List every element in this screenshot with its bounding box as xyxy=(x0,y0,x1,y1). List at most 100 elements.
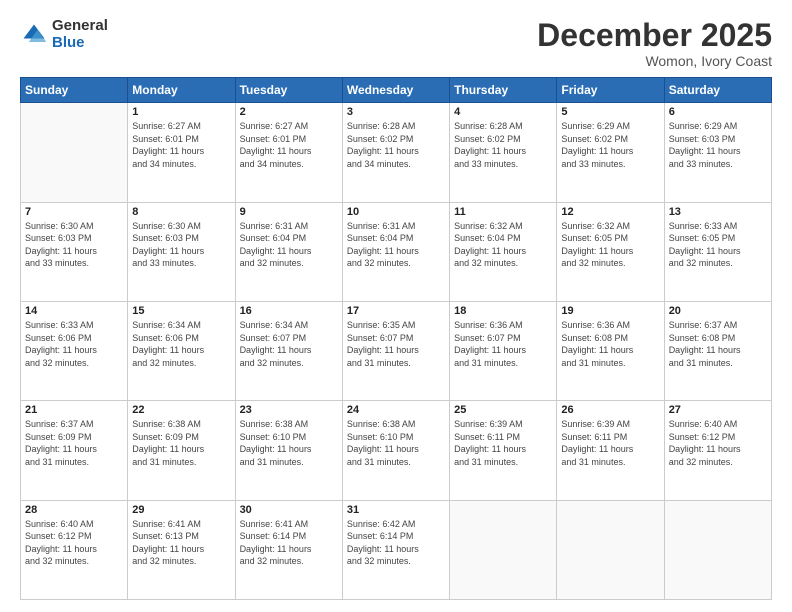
day-number: 9 xyxy=(240,206,338,218)
day-info: Sunrise: 6:38 AM Sunset: 6:09 PM Dayligh… xyxy=(132,418,230,468)
day-info: Sunrise: 6:41 AM Sunset: 6:14 PM Dayligh… xyxy=(240,518,338,568)
day-info: Sunrise: 6:34 AM Sunset: 6:06 PM Dayligh… xyxy=(132,319,230,369)
calendar-cell: 20Sunrise: 6:37 AM Sunset: 6:08 PM Dayli… xyxy=(664,301,771,400)
page: General Blue December 2025 Womon, Ivory … xyxy=(0,0,792,612)
day-number: 23 xyxy=(240,404,338,416)
calendar-cell: 29Sunrise: 6:41 AM Sunset: 6:13 PM Dayli… xyxy=(128,500,235,599)
day-info: Sunrise: 6:28 AM Sunset: 6:02 PM Dayligh… xyxy=(454,120,552,170)
calendar-cell: 9 Sunrise: 6:31 AM Sunset: 6:04 PM Daylig… xyxy=(235,202,342,301)
calendar-cell: 13Sunrise: 6:33 AM Sunset: 6:05 PM Dayli… xyxy=(664,202,771,301)
calendar-header-tuesday: Tuesday xyxy=(235,78,342,103)
logo-general: General xyxy=(52,18,108,35)
day-info: Sunrise: 6:40 AM Sunset: 6:12 PM Dayligh… xyxy=(25,518,123,568)
day-number: 5 xyxy=(561,106,659,118)
day-info: Sunrise: 6:36 AM Sunset: 6:08 PM Dayligh… xyxy=(561,319,659,369)
day-info: Sunrise: 6:34 AM Sunset: 6:07 PM Dayligh… xyxy=(240,319,338,369)
calendar-cell: 6 Sunrise: 6:29 AM Sunset: 6:03 PM Daylig… xyxy=(664,103,771,202)
calendar-header-saturday: Saturday xyxy=(664,78,771,103)
day-info: Sunrise: 6:27 AM Sunset: 6:01 PM Dayligh… xyxy=(132,120,230,170)
logo: General Blue xyxy=(20,18,108,51)
calendar-header-sunday: Sunday xyxy=(21,78,128,103)
calendar-cell xyxy=(557,500,664,599)
calendar-week-4: 21Sunrise: 6:37 AM Sunset: 6:09 PM Dayli… xyxy=(21,401,772,500)
day-info: Sunrise: 6:36 AM Sunset: 6:07 PM Dayligh… xyxy=(454,319,552,369)
day-number: 8 xyxy=(132,206,230,218)
day-number: 27 xyxy=(669,404,767,416)
day-number: 1 xyxy=(132,106,230,118)
day-number: 20 xyxy=(669,305,767,317)
day-info: Sunrise: 6:28 AM Sunset: 6:02 PM Dayligh… xyxy=(347,120,445,170)
day-number: 31 xyxy=(347,504,445,516)
calendar-cell: 19 Sunrise: 6:36 AM Sunset: 6:08 PM Dayli… xyxy=(557,301,664,400)
day-number: 17 xyxy=(347,305,445,317)
calendar-cell: 15 Sunrise: 6:34 AM Sunset: 6:06 PM Dayli… xyxy=(128,301,235,400)
day-number: 29 xyxy=(132,504,230,516)
day-info: Sunrise: 6:32 AM Sunset: 6:05 PM Dayligh… xyxy=(561,220,659,270)
calendar-cell: 27 Sunrise: 6:40 AM Sunset: 6:12 PM Dayli… xyxy=(664,401,771,500)
day-info: Sunrise: 6:38 AM Sunset: 6:10 PM Dayligh… xyxy=(347,418,445,468)
day-number: 30 xyxy=(240,504,338,516)
calendar-cell: 17 Sunrise: 6:35 AM Sunset: 6:07 PM Dayli… xyxy=(342,301,449,400)
day-number: 3 xyxy=(347,106,445,118)
calendar-cell: 25 Sunrise: 6:39 AM Sunset: 6:11 PM Dayli… xyxy=(450,401,557,500)
calendar-cell: 22 Sunrise: 6:38 AM Sunset: 6:09 PM Dayli… xyxy=(128,401,235,500)
day-number: 7 xyxy=(25,206,123,218)
calendar-cell: 28 Sunrise: 6:40 AM Sunset: 6:12 PM Dayli… xyxy=(21,500,128,599)
calendar-cell: 31 Sunrise: 6:42 AM Sunset: 6:14 PM Dayli… xyxy=(342,500,449,599)
calendar-cell: 2 Sunrise: 6:27 AM Sunset: 6:01 PM Daylig… xyxy=(235,103,342,202)
day-number: 28 xyxy=(25,504,123,516)
day-number: 22 xyxy=(132,404,230,416)
day-number: 26 xyxy=(561,404,659,416)
calendar-cell xyxy=(664,500,771,599)
calendar-week-2: 7 Sunrise: 6:30 AM Sunset: 6:03 PM Daylig… xyxy=(21,202,772,301)
calendar-cell: 1 Sunrise: 6:27 AM Sunset: 6:01 PM Daylig… xyxy=(128,103,235,202)
main-title: December 2025 xyxy=(537,18,772,53)
calendar-week-1: 1 Sunrise: 6:27 AM Sunset: 6:01 PM Daylig… xyxy=(21,103,772,202)
day-info: Sunrise: 6:31 AM Sunset: 6:04 PM Dayligh… xyxy=(240,220,338,270)
calendar-cell: 10 Sunrise: 6:31 AM Sunset: 6:04 PM Dayli… xyxy=(342,202,449,301)
day-info: Sunrise: 6:35 AM Sunset: 6:07 PM Dayligh… xyxy=(347,319,445,369)
calendar-cell: 23 Sunrise: 6:38 AM Sunset: 6:10 PM Dayli… xyxy=(235,401,342,500)
calendar-header-row: SundayMondayTuesdayWednesdayThursdayFrid… xyxy=(21,78,772,103)
day-number: 25 xyxy=(454,404,552,416)
day-number: 2 xyxy=(240,106,338,118)
calendar-table: SundayMondayTuesdayWednesdayThursdayFrid… xyxy=(20,77,772,600)
day-info: Sunrise: 6:31 AM Sunset: 6:04 PM Dayligh… xyxy=(347,220,445,270)
calendar-week-3: 14Sunrise: 6:33 AM Sunset: 6:06 PM Dayli… xyxy=(21,301,772,400)
day-info: Sunrise: 6:39 AM Sunset: 6:11 PM Dayligh… xyxy=(454,418,552,468)
calendar-cell: 24 Sunrise: 6:38 AM Sunset: 6:10 PM Dayli… xyxy=(342,401,449,500)
day-info: Sunrise: 6:30 AM Sunset: 6:03 PM Dayligh… xyxy=(25,220,123,270)
day-info: Sunrise: 6:29 AM Sunset: 6:03 PM Dayligh… xyxy=(669,120,767,170)
calendar-cell: 7 Sunrise: 6:30 AM Sunset: 6:03 PM Daylig… xyxy=(21,202,128,301)
day-info: Sunrise: 6:32 AM Sunset: 6:04 PM Dayligh… xyxy=(454,220,552,270)
day-info: Sunrise: 6:40 AM Sunset: 6:12 PM Dayligh… xyxy=(669,418,767,468)
calendar-cell: 14Sunrise: 6:33 AM Sunset: 6:06 PM Dayli… xyxy=(21,301,128,400)
day-info: Sunrise: 6:39 AM Sunset: 6:11 PM Dayligh… xyxy=(561,418,659,468)
logo-blue: Blue xyxy=(52,35,108,52)
day-info: Sunrise: 6:33 AM Sunset: 6:05 PM Dayligh… xyxy=(669,220,767,270)
subtitle: Womon, Ivory Coast xyxy=(537,53,772,69)
day-number: 4 xyxy=(454,106,552,118)
title-block: December 2025 Womon, Ivory Coast xyxy=(537,18,772,69)
calendar-cell: 8Sunrise: 6:30 AM Sunset: 6:03 PM Daylig… xyxy=(128,202,235,301)
day-number: 12 xyxy=(561,206,659,218)
day-number: 15 xyxy=(132,305,230,317)
logo-icon xyxy=(20,21,48,49)
day-number: 6 xyxy=(669,106,767,118)
calendar-header-friday: Friday xyxy=(557,78,664,103)
day-number: 19 xyxy=(561,305,659,317)
day-info: Sunrise: 6:38 AM Sunset: 6:10 PM Dayligh… xyxy=(240,418,338,468)
calendar-cell: 3 Sunrise: 6:28 AM Sunset: 6:02 PM Daylig… xyxy=(342,103,449,202)
calendar-cell: 12 Sunrise: 6:32 AM Sunset: 6:05 PM Dayli… xyxy=(557,202,664,301)
calendar-week-5: 28 Sunrise: 6:40 AM Sunset: 6:12 PM Dayli… xyxy=(21,500,772,599)
day-number: 16 xyxy=(240,305,338,317)
day-info: Sunrise: 6:42 AM Sunset: 6:14 PM Dayligh… xyxy=(347,518,445,568)
logo-text: General Blue xyxy=(52,18,108,51)
day-number: 11 xyxy=(454,206,552,218)
day-number: 24 xyxy=(347,404,445,416)
calendar-cell: 21Sunrise: 6:37 AM Sunset: 6:09 PM Dayli… xyxy=(21,401,128,500)
day-number: 18 xyxy=(454,305,552,317)
day-info: Sunrise: 6:27 AM Sunset: 6:01 PM Dayligh… xyxy=(240,120,338,170)
day-number: 10 xyxy=(347,206,445,218)
day-info: Sunrise: 6:37 AM Sunset: 6:09 PM Dayligh… xyxy=(25,418,123,468)
